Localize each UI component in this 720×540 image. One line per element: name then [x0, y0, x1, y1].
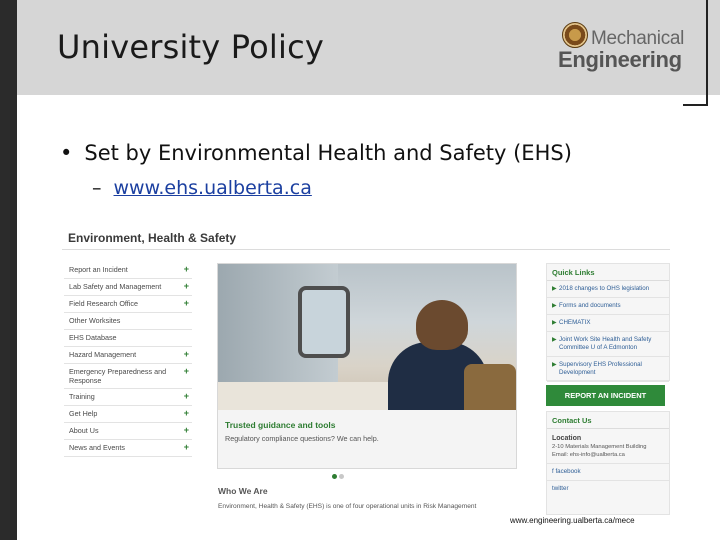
site-header-divider [62, 249, 670, 250]
nav-item-label: EHS Database [69, 333, 117, 342]
report-incident-button[interactable]: REPORT AN INCIDENT [546, 385, 665, 406]
nav-item-news-events[interactable]: News and Events + [64, 440, 192, 457]
contact-panel: Contact Us Location 2-10 Materials Manag… [546, 411, 670, 515]
carousel-indicators [332, 466, 346, 484]
carousel-dot[interactable] [339, 474, 344, 479]
arrow-right-icon: ▶ [552, 362, 557, 368]
footer-url: www.engineering.ualberta.ca/mece [510, 516, 635, 525]
carousel-dot-active[interactable] [332, 474, 337, 479]
expand-plus-icon[interactable]: + [184, 426, 189, 435]
bullet-marker: • [60, 141, 73, 165]
nav-item-emergency-preparedness[interactable]: Emergency Preparedness and Response + [64, 364, 192, 389]
nav-item-hazard-management[interactable]: Hazard Management + [64, 347, 192, 364]
quick-link-professional-development[interactable]: ▶ Supervisory EHS Professional Developmen… [547, 357, 669, 382]
site-sidebar-nav: Report an Incident + Lab Safety and Manag… [64, 262, 192, 457]
logo-line-2: Engineering [558, 47, 682, 72]
sub-bullet-marker: – [92, 177, 102, 199]
nav-item-about-us[interactable]: About Us + [64, 423, 192, 440]
expand-plus-icon[interactable]: + [184, 282, 189, 291]
quick-link-label: 2018 changes to OHS legislation [559, 285, 650, 292]
nav-item-label: Lab Safety and Management [69, 282, 162, 291]
expand-plus-icon[interactable]: + [184, 443, 189, 452]
slide-left-edge [0, 0, 17, 540]
nav-item-label: Get Help [69, 409, 98, 418]
sub-bullet-link: – www.ehs.ualberta.ca [92, 177, 312, 199]
who-we-are-text: Environment, Health & Safety (EHS) is on… [218, 503, 477, 510]
nav-item-get-help[interactable]: Get Help + [64, 406, 192, 423]
facebook-link[interactable]: f facebook [547, 463, 669, 475]
nav-item-other-worksites[interactable]: Other Worksites [64, 313, 192, 330]
photo-person-hair [416, 300, 468, 350]
bullet-text: Set by Environmental Health and Safety (… [84, 141, 572, 165]
university-seal-icon [562, 22, 588, 48]
expand-plus-icon[interactable]: + [184, 265, 189, 274]
expand-plus-icon[interactable]: + [184, 299, 189, 308]
quick-link-label: CHEMATIX [559, 319, 591, 326]
quick-link-forms[interactable]: ▶ Forms and documents [547, 298, 669, 315]
nav-item-label: Training [69, 392, 95, 401]
hero-photo [218, 264, 516, 412]
quick-link-label: Forms and documents [559, 302, 621, 309]
ehs-website-screenshot: Environment, Health & Safety Report an I… [62, 222, 674, 518]
mechanical-engineering-logo: Mechanical Engineering [558, 18, 698, 74]
corner-bracket-vertical [706, 0, 708, 106]
quick-link-label: Joint Work Site Health and Safety Commit… [559, 336, 652, 351]
nav-item-field-research[interactable]: Field Research Office + [64, 296, 192, 313]
slide-title: University Policy [57, 28, 325, 66]
nav-item-training[interactable]: Training + [64, 389, 192, 406]
quick-links-title: Quick Links [547, 264, 669, 281]
nav-item-label: Other Worksites [69, 316, 121, 325]
photo-chair [464, 364, 516, 410]
nav-item-label: News and Events [69, 443, 125, 452]
hero-carousel[interactable]: Trusted guidance and tools Regulatory co… [217, 263, 517, 469]
quick-link-joint-committee[interactable]: ▶ Joint Work Site Health and Safety Commi… [547, 332, 669, 357]
arrow-right-icon: ▶ [552, 286, 557, 292]
expand-plus-icon[interactable]: + [184, 367, 189, 376]
nav-item-label: Hazard Management [69, 350, 137, 359]
nav-item-label: Report an Incident [69, 265, 128, 274]
contact-email[interactable]: Email: ehs-info@ualberta.ca [547, 450, 669, 458]
expand-plus-icon[interactable]: + [184, 392, 189, 401]
quick-link-ohs-legislation[interactable]: ▶ 2018 changes to OHS legislation [547, 281, 669, 298]
nav-item-label: Emergency Preparedness and Response [69, 367, 167, 385]
nav-item-report-incident[interactable]: Report an Incident + [64, 262, 192, 279]
hero-heading[interactable]: Trusted guidance and tools [225, 420, 336, 430]
nav-item-lab-safety[interactable]: Lab Safety and Management + [64, 279, 192, 296]
nav-item-label: Field Research Office [69, 299, 138, 308]
expand-plus-icon[interactable]: + [184, 409, 189, 418]
bullet-ehs: • Set by Environmental Health and Safety … [60, 141, 572, 165]
photo-mirror [298, 286, 350, 358]
contact-title: Contact Us [547, 412, 669, 429]
quick-links-panel: Quick Links ▶ 2018 changes to OHS legisla… [546, 263, 670, 382]
who-we-are-title: Who We Are [218, 486, 268, 496]
site-title: Environment, Health & Safety [68, 231, 237, 245]
quick-link-chematix[interactable]: ▶ CHEMATIX [547, 315, 669, 332]
nav-item-label: About Us [69, 426, 99, 435]
arrow-right-icon: ▶ [552, 320, 557, 326]
location-label: Location [552, 435, 582, 442]
quick-link-label: Supervisory EHS Professional Development [559, 361, 642, 376]
corner-bracket-horizontal [683, 104, 708, 106]
arrow-right-icon: ▶ [552, 337, 557, 343]
nav-item-ehs-database[interactable]: EHS Database [64, 330, 192, 347]
expand-plus-icon[interactable]: + [184, 350, 189, 359]
location-value: 2-10 Materials Management Building [552, 444, 647, 450]
hero-caption: Trusted guidance and tools Regulatory co… [218, 410, 516, 468]
ehs-website-link[interactable]: www.ehs.ualberta.ca [114, 177, 312, 199]
hero-subtext: Regulatory compliance questions? We can … [225, 434, 379, 443]
arrow-right-icon: ▶ [552, 303, 557, 309]
twitter-link[interactable]: twitter [547, 480, 669, 492]
